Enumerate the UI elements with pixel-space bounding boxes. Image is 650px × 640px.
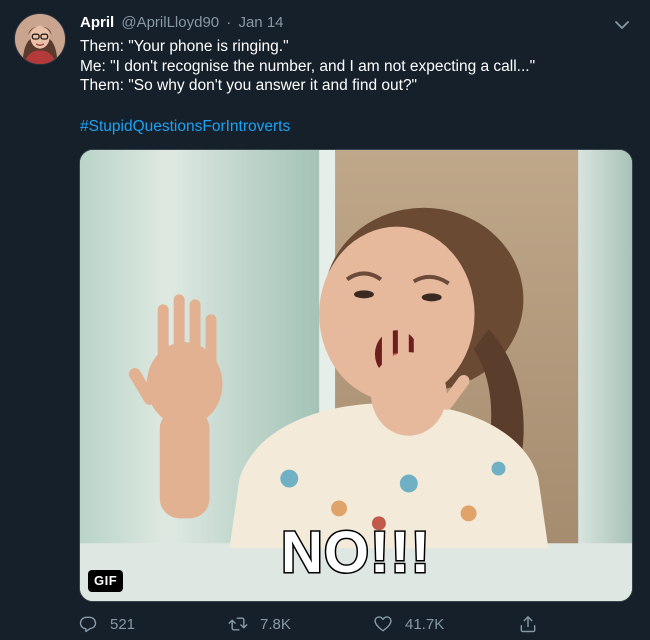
tweet-date[interactable]: Jan 14 [238, 14, 283, 31]
tweet: April @AprilLloyd90 · Jan 14 Them: "Your… [0, 0, 650, 640]
tweet-text: Them: "Your phone is ringing." Me: "I do… [80, 37, 630, 96]
heart-icon [374, 616, 392, 632]
tweet-line: Me: "I don't recognise the number, and I… [80, 57, 536, 75]
share-icon [520, 616, 536, 633]
gif-caption: NO!!! [280, 520, 432, 585]
reply-button[interactable]: 521 [78, 611, 135, 637]
like-button[interactable]: 41.7K [373, 611, 444, 637]
share-button[interactable] [518, 611, 538, 637]
retweet-icon [228, 617, 248, 631]
reply-count: 521 [110, 615, 136, 633]
retweet-count: 7.8K [260, 615, 291, 633]
author-handle[interactable]: @AprilLloyd90 [121, 14, 219, 31]
hashtag-link[interactable]: #StupidQuestionsForIntroverts [80, 117, 290, 137]
author-name[interactable]: April [80, 14, 114, 31]
chevron-down-icon [615, 21, 629, 29]
tweet-menu-button[interactable] [612, 15, 632, 35]
tweet-actions: 521 7.8K 41.7K [78, 611, 558, 637]
retweet-button[interactable]: 7.8K [228, 611, 291, 637]
tweet-line: Them: "Your phone is ringing." [80, 38, 289, 55]
tweet-header: April @AprilLloyd90 · Jan 14 [80, 13, 610, 33]
gif-media[interactable]: GIF NO!!! [79, 149, 633, 602]
like-count: 41.7K [405, 615, 445, 633]
reply-icon [79, 616, 97, 633]
avatar[interactable] [14, 13, 66, 65]
separator-dot: · [226, 14, 232, 31]
avatar-image [15, 14, 65, 64]
tweet-line: Them: "So why don't you answer it and fi… [80, 77, 418, 94]
